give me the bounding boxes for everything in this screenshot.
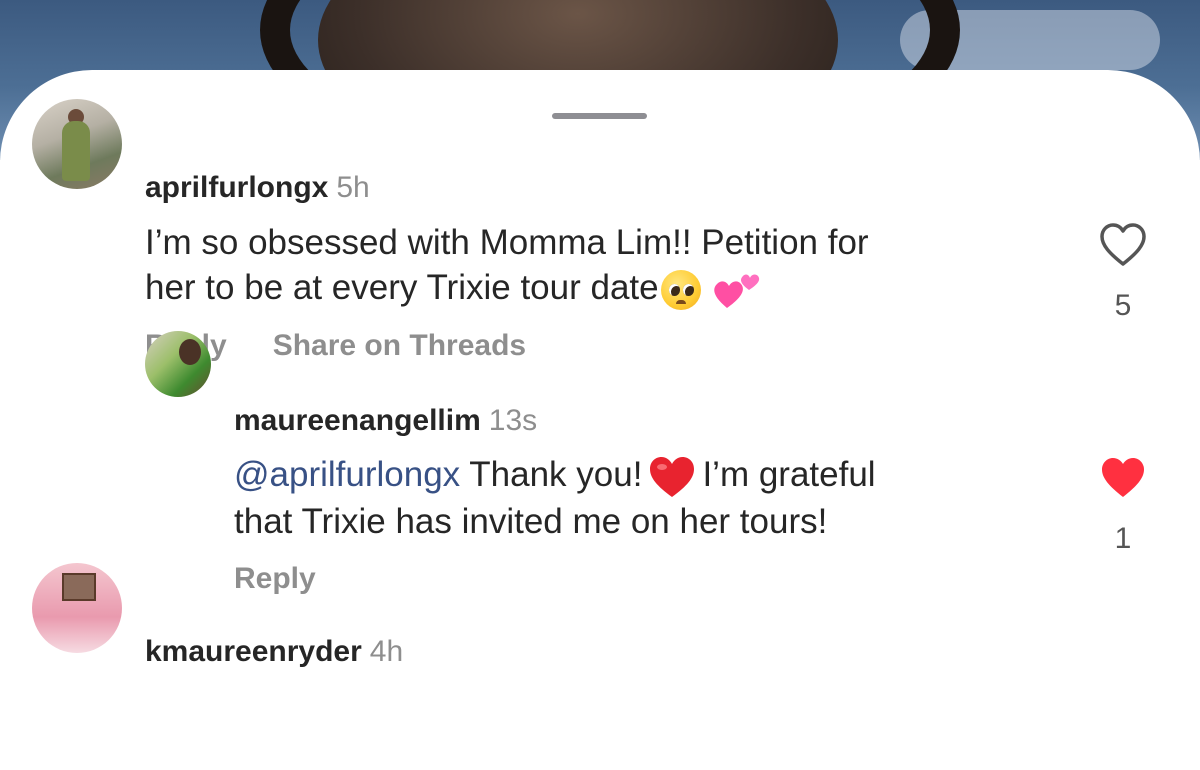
- comment-text: I’m so obsessed with Momma Lim!! Petitio…: [145, 220, 869, 310]
- comment-text-segment: I’m grateful: [702, 455, 876, 494]
- comment-timestamp: 4h: [369, 635, 404, 668]
- avatar-figure-head: [179, 339, 201, 365]
- comment-text-line: her to be at every Trixie tour date: [145, 265, 869, 310]
- comment-text-segment: Thank you!: [469, 455, 643, 494]
- heart-outline-icon[interactable]: [1099, 222, 1147, 268]
- two-hearts-emoji-icon: [713, 270, 761, 310]
- avatar-picture-frame: [62, 573, 96, 601]
- reply-button[interactable]: Reply: [234, 561, 316, 597]
- mention-link[interactable]: @aprilfurlongx: [234, 455, 460, 494]
- avatar[interactable]: [32, 563, 122, 653]
- comment-timestamp: 13s: [488, 404, 538, 437]
- comment-username[interactable]: kmaureenryder: [145, 635, 362, 668]
- comment-username[interactable]: maureenangellim: [234, 404, 481, 437]
- comment-text-line: @aprilfurlongx Thank you! I’m grateful: [234, 452, 876, 499]
- like-count: 1: [1114, 522, 1132, 555]
- comment-text: @aprilfurlongx Thank you! I’m grateful th…: [234, 452, 876, 544]
- avatar-figure-body: [62, 121, 90, 181]
- heart-filled-icon[interactable]: [1099, 455, 1147, 501]
- sheet-grabber-handle[interactable]: [552, 113, 647, 119]
- like-count: 5: [1114, 289, 1132, 322]
- comment-header: aprilfurlongx 5h: [145, 170, 370, 206]
- comment-text-line: I’m so obsessed with Momma Lim!! Petitio…: [145, 223, 869, 262]
- avatar[interactable]: [32, 99, 122, 189]
- comment-text-line: that Trixie has invited me on her tours!: [234, 501, 828, 541]
- share-on-threads-button[interactable]: Share on Threads: [273, 328, 526, 364]
- comment-header: maureenangellim 13s: [234, 403, 537, 439]
- comment-header: kmaureenryder 4h: [145, 634, 403, 670]
- pleading-face-emoji-icon: [660, 269, 701, 310]
- comment-actions: Reply: [234, 561, 316, 597]
- comment-text-segment: her to be at every Trixie tour date: [145, 268, 659, 307]
- comment-timestamp: 5h: [336, 171, 370, 204]
- comment-username[interactable]: aprilfurlongx: [145, 171, 328, 204]
- avatar[interactable]: [145, 331, 211, 397]
- red-heart-emoji-icon: [648, 455, 696, 499]
